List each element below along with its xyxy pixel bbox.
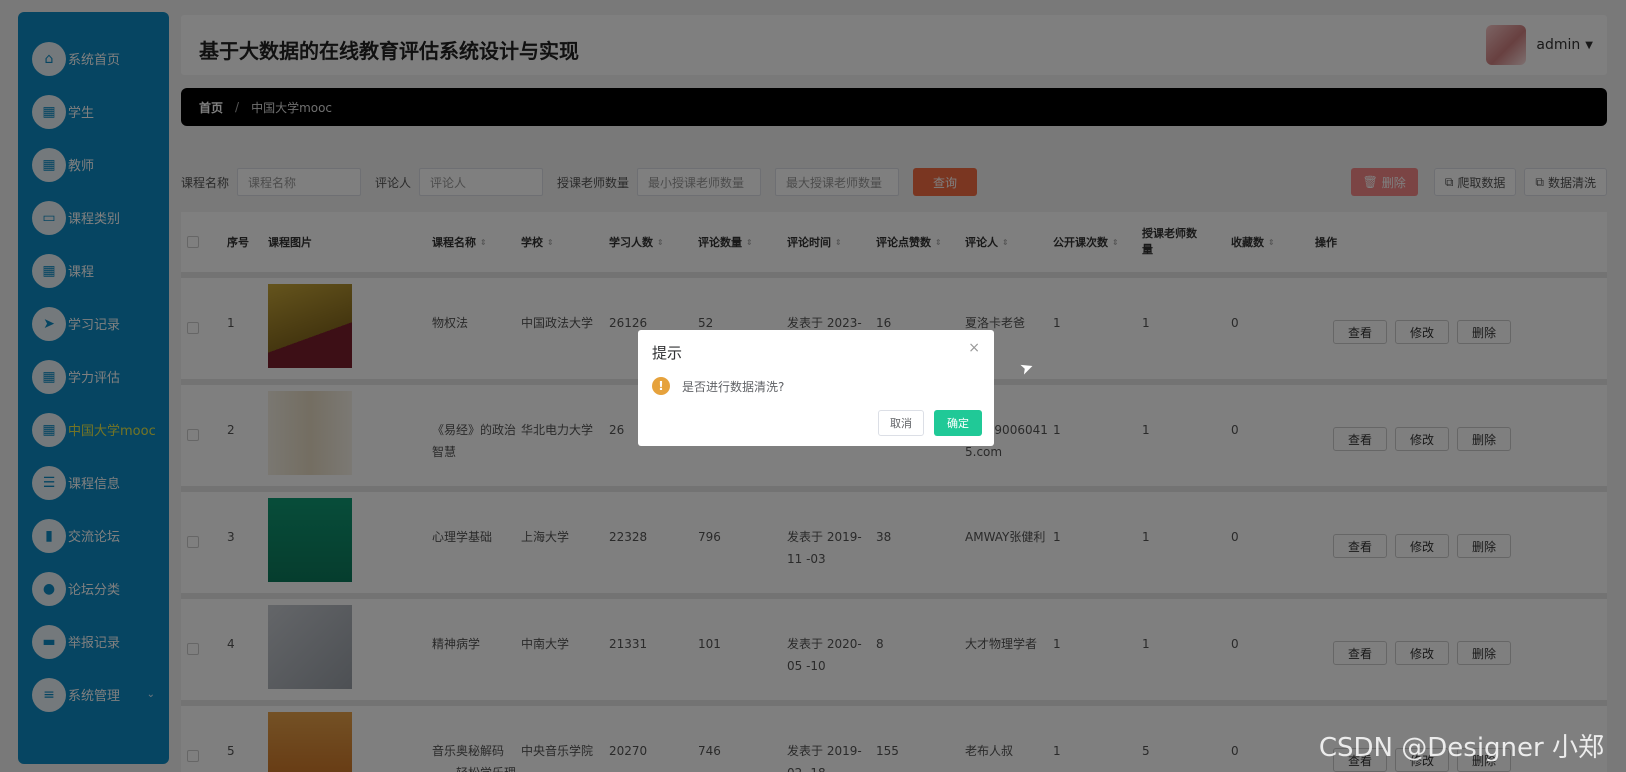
close-icon[interactable]: ×	[968, 340, 980, 356]
cancel-button[interactable]: 取消	[878, 410, 924, 436]
warning-icon: !	[652, 377, 670, 395]
dialog-title: 提示	[652, 344, 683, 362]
confirm-dialog: 提示 × ! 是否进行数据清洗? 取消 确定	[638, 330, 994, 446]
watermark: CSDN @Designer 小郑	[1318, 733, 1604, 763]
dialog-message: 是否进行数据清洗?	[682, 380, 785, 394]
confirm-button[interactable]: 确定	[934, 410, 982, 436]
